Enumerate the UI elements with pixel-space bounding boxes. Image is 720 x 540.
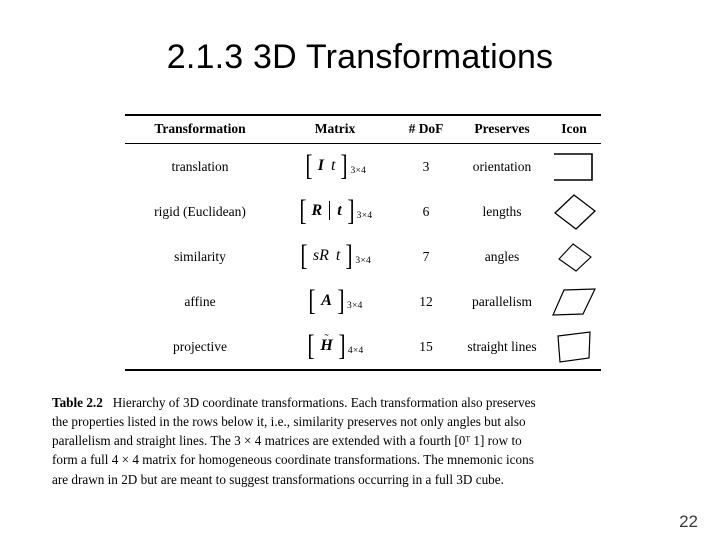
table-row: rigid (Euclidean) [ R t ] 3×4 6 lengths bbox=[125, 189, 601, 234]
cell-matrix: [ R t ] 3×4 bbox=[275, 189, 395, 234]
bracket-left-icon: [ bbox=[298, 193, 307, 227]
cell-dof: 6 bbox=[422, 203, 430, 219]
cell-matrix: [ I t ] 3×4 bbox=[275, 144, 395, 190]
bracket-right-icon: ] bbox=[338, 328, 346, 362]
column-header-matrix: Matrix bbox=[314, 121, 356, 136]
cell-icon bbox=[547, 144, 601, 190]
cell-matrix: [ ˜ H ] 4×4 bbox=[275, 324, 395, 370]
matrix-symbol-scale-rotation: sR bbox=[312, 246, 329, 264]
cell-icon bbox=[547, 324, 601, 370]
cell-transformation-name: affine bbox=[184, 293, 216, 309]
parallelogram-icon bbox=[552, 287, 596, 316]
bracket-right-icon: ] bbox=[340, 148, 349, 182]
cell-preserves: parallelism bbox=[472, 293, 532, 309]
column-header-icon: Icon bbox=[561, 121, 587, 136]
bracket-left-icon: [ bbox=[300, 238, 308, 272]
caption-line-2: the properties listed in the rows below … bbox=[52, 414, 526, 430]
cell-transformation-name: rigid (Euclidean) bbox=[154, 203, 246, 219]
caption-label: Table 2.2 bbox=[52, 395, 103, 410]
cell-preserves: straight lines bbox=[467, 338, 537, 354]
cell-preserves: lengths bbox=[482, 203, 522, 219]
matrix-expression: [ A ] 3×4 bbox=[307, 283, 363, 317]
matrix-subscript: 3×4 bbox=[346, 300, 363, 311]
transformations-table: Transformation Matrix # DoF Preserves Ic… bbox=[125, 114, 601, 371]
cell-transformation-name: translation bbox=[171, 158, 229, 174]
cell-transformation-name: projective bbox=[173, 338, 227, 354]
tilde-accent-icon: ˜ bbox=[324, 330, 329, 345]
caption-line-3: parallelism and straight lines. The 3 × … bbox=[52, 433, 522, 449]
cell-preserves: orientation bbox=[472, 158, 532, 174]
cell-icon bbox=[547, 189, 601, 234]
matrix-symbol-translation: t bbox=[331, 156, 336, 174]
cell-dof: 3 bbox=[422, 158, 430, 174]
rotated-square-icon bbox=[553, 193, 597, 230]
cell-preserves: angles bbox=[484, 248, 520, 264]
column-header-preserves: Preserves bbox=[474, 121, 530, 136]
table-row: projective [ ˜ H ] 4×4 15 straight lines bbox=[125, 324, 601, 370]
table-body: translation [ I t ] 3×4 3 orientation ri… bbox=[125, 144, 601, 370]
cell-matrix: [ A ] 3×4 bbox=[275, 279, 395, 324]
caption-line-1: Hierarchy of 3D coordinate transformatio… bbox=[112, 395, 536, 410]
table-header: Transformation Matrix # DoF Preserves Ic… bbox=[125, 115, 601, 144]
matrix-subscript: 4×4 bbox=[347, 345, 364, 356]
table-row: similarity [ sR t ] 3×4 7 angles bbox=[125, 234, 601, 279]
matrix-subscript: 3×4 bbox=[356, 210, 373, 221]
matrix-symbol-translation: t bbox=[337, 201, 342, 219]
bracket-left-icon: [ bbox=[307, 328, 315, 362]
matrix-symbol-identity: I bbox=[317, 156, 324, 174]
cell-icon bbox=[547, 234, 601, 279]
cell-icon bbox=[547, 279, 601, 324]
cell-transformation-name: similarity bbox=[174, 248, 226, 264]
matrix-symbol-translation: t bbox=[335, 246, 341, 264]
column-header-transformation: Transformation bbox=[154, 121, 246, 136]
page-number: 22 bbox=[679, 512, 698, 531]
small-rotated-square-icon bbox=[558, 242, 592, 272]
matrix-symbol-projective: ˜ H bbox=[320, 332, 332, 354]
table-row: translation [ I t ] 3×4 3 orientation bbox=[125, 144, 601, 190]
matrix-subscript: 3×4 bbox=[355, 255, 372, 266]
cell-dof: 12 bbox=[419, 293, 433, 309]
matrix-expression: [ R t ] 3×4 bbox=[298, 193, 373, 227]
caption-line-5: are drawn in 2D but are meant to suggest… bbox=[52, 471, 504, 487]
matrix-subscript: 3×4 bbox=[350, 165, 367, 176]
trapezoid-icon bbox=[557, 330, 591, 363]
cell-dof: 15 bbox=[419, 338, 433, 354]
cell-matrix: [ sR t ] 3×4 bbox=[275, 234, 395, 279]
table-row: affine [ A ] 3×4 12 parallelism bbox=[125, 279, 601, 324]
matrix-expression: [ ˜ H ] 4×4 bbox=[306, 328, 364, 362]
matrix-symbol-rotation: R bbox=[311, 201, 323, 219]
table-caption: Table 2.2 Hierarchy of 3D coordinate tra… bbox=[52, 393, 666, 489]
caption-line-4: form a full 4 × 4 matrix for homogeneous… bbox=[52, 452, 534, 468]
matrix-expression: [ sR t ] 3×4 bbox=[299, 238, 372, 272]
bracket-right-icon: ] bbox=[337, 283, 345, 317]
cell-dof: 7 bbox=[422, 248, 430, 264]
matrix-expression: [ I t ] 3×4 bbox=[304, 148, 367, 182]
page-title: 2.1.3 3D Transformations bbox=[166, 38, 554, 76]
bracket-left-icon: [ bbox=[308, 283, 316, 317]
matrix-divider-icon bbox=[329, 201, 331, 221]
bracket-left-icon: [ bbox=[305, 148, 313, 182]
transformations-table-figure: Transformation Matrix # DoF Preserves Ic… bbox=[125, 114, 601, 371]
table-header-row: Transformation Matrix # DoF Preserves Ic… bbox=[125, 115, 601, 144]
matrix-symbol-affine: A bbox=[321, 291, 332, 309]
open-square-icon bbox=[554, 152, 593, 181]
column-header-dof: # DoF bbox=[408, 121, 444, 136]
bracket-right-icon: ] bbox=[347, 193, 355, 227]
bracket-right-icon: ] bbox=[345, 238, 353, 272]
